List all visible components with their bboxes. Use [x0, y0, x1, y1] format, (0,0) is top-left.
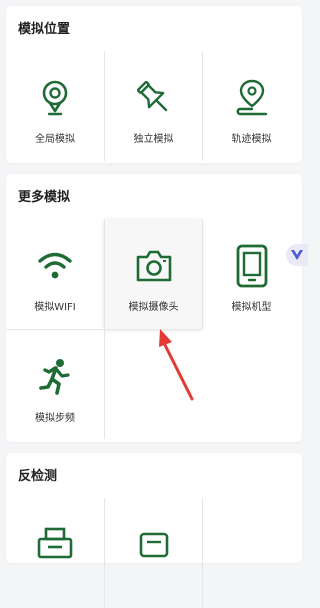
- section-simulate-location: 模拟位置 全局模拟 独立模拟 轨迹模拟: [6, 6, 302, 163]
- wifi-icon: [33, 244, 77, 288]
- camera-icon: [132, 244, 176, 288]
- cell-label: 模拟步频: [35, 413, 75, 424]
- anti-detection-item-button[interactable]: [104, 498, 202, 608]
- message-box-icon: [132, 523, 176, 567]
- map-pin-bubble-icon: [33, 76, 77, 120]
- section-title: 模拟位置: [18, 22, 71, 37]
- simulate-wifi-button[interactable]: 模拟WIFI: [6, 219, 104, 329]
- pushpin-icon: [132, 76, 176, 120]
- v-logo-icon: [291, 250, 303, 260]
- tablet-icon: [230, 244, 274, 288]
- cell-label: 模拟摄像头: [128, 302, 179, 313]
- running-person-icon: [33, 355, 77, 399]
- route-pin-icon: [230, 76, 274, 120]
- section-title: 反检测: [18, 469, 58, 484]
- simulate-device-model-button[interactable]: 模拟机型: [202, 219, 300, 329]
- empty-grid-cell: [202, 329, 300, 439]
- independent-simulate-button[interactable]: 独立模拟: [104, 51, 202, 161]
- printer-icon: [33, 523, 77, 567]
- simulate-camera-button[interactable]: 模拟摄像头: [104, 219, 202, 329]
- cell-label: 模拟WIFI: [34, 302, 76, 313]
- annotation-arrow-icon: [159, 329, 194, 401]
- global-simulate-button[interactable]: 全局模拟: [6, 51, 104, 161]
- empty-grid-cell: [202, 498, 300, 608]
- cell-label: 模拟机型: [231, 302, 272, 313]
- simulate-step-frequency-button[interactable]: 模拟步频: [6, 329, 104, 439]
- cell-label: 轨迹模拟: [231, 134, 272, 145]
- cell-label: 独立模拟: [133, 134, 174, 145]
- section-anti-detection: 反检测: [6, 453, 302, 608]
- floating-assistant-badge[interactable]: [286, 244, 308, 266]
- trajectory-simulate-button[interactable]: 轨迹模拟: [202, 51, 300, 161]
- cell-label: 全局模拟: [35, 134, 75, 145]
- anti-detection-item-button[interactable]: [6, 498, 104, 608]
- section-title: 更多模拟: [18, 190, 71, 205]
